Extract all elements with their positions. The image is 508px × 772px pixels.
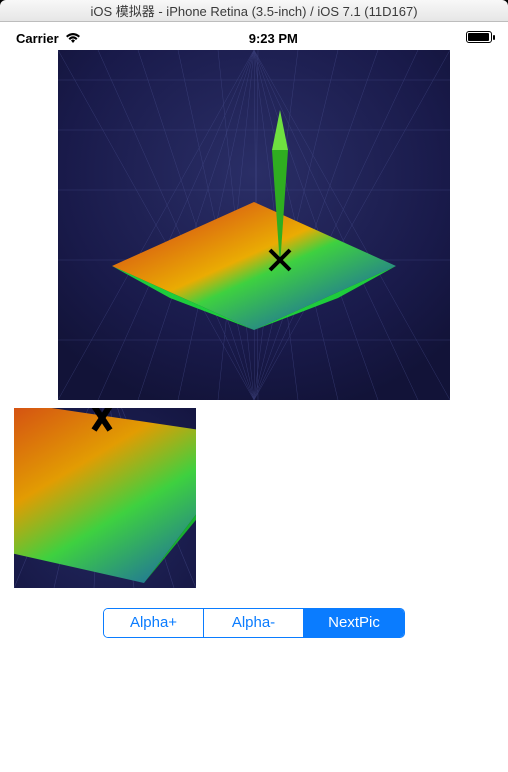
status-time: 9:23 PM [249,31,298,46]
window-titlebar: iOS 模拟器 - iPhone Retina (3.5-inch) / iOS… [0,0,508,22]
battery-icon [466,31,492,43]
segmented-control[interactable]: Alpha+ Alpha- NextPic [103,608,405,638]
window-title: iOS 模拟器 - iPhone Retina (3.5-inch) / iOS… [90,1,417,20]
next-pic-button[interactable]: NextPic [304,609,404,637]
device-frame: Carrier 9:23 PM [0,22,508,772]
wifi-icon [65,32,81,44]
alpha-plus-button[interactable]: Alpha+ [104,609,204,637]
ios-status-bar: Carrier 9:23 PM [14,28,494,48]
thumbnail-render-view [14,408,196,588]
main-render-view [58,50,450,400]
carrier-label: Carrier [16,31,59,46]
alpha-minus-button[interactable]: Alpha- [204,609,304,637]
